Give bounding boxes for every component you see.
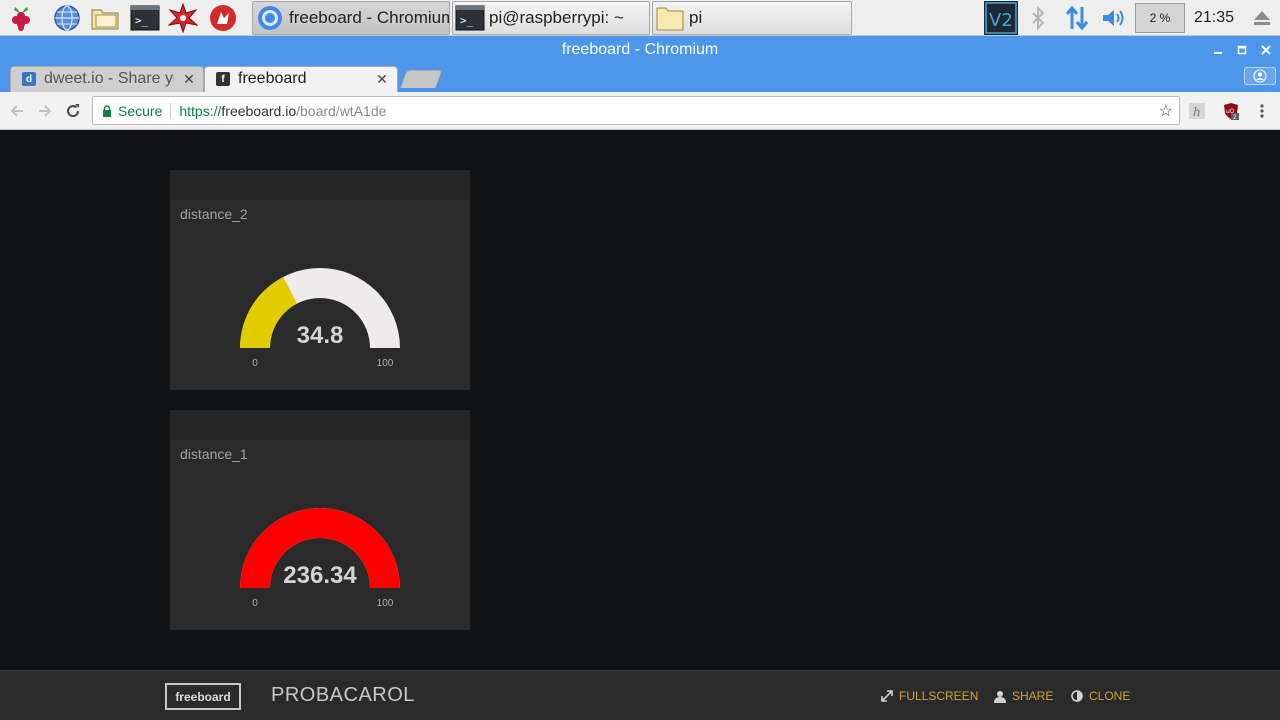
ublock-origin-icon[interactable]: uO 2 xyxy=(1220,100,1242,122)
gauge-max-label: 100 xyxy=(377,598,394,609)
url-host: freeboard.io xyxy=(221,102,297,119)
extension-hypothesis-icon[interactable]: h xyxy=(1186,100,1208,122)
address-bar[interactable]: Secure https:// freeboard.io /board/wtA1… xyxy=(92,96,1180,125)
url-scheme: https:// xyxy=(179,102,222,119)
reload-icon[interactable] xyxy=(62,100,84,122)
chrome-menu-icon[interactable] xyxy=(1251,100,1273,122)
url-path: /board/wtA1de xyxy=(296,102,387,119)
bluetooth-icon[interactable] xyxy=(1026,0,1050,36)
maximize-button[interactable] xyxy=(1231,36,1253,64)
clock[interactable]: 21:35 xyxy=(1194,0,1234,36)
tab-dweet-content: d dweet.io - Share yo xyxy=(22,66,174,92)
window-titlebar[interactable]: freeboard - Chromium xyxy=(0,36,1280,64)
expand-icon xyxy=(881,690,893,702)
gauge-widget: distance_2 34.8 0 100 xyxy=(170,170,470,390)
contrast-icon xyxy=(1071,690,1083,702)
task-chromium[interactable]: freeboard - Chromium xyxy=(252,1,450,35)
clone-button[interactable]: CLONE xyxy=(1071,688,1130,704)
freeboard-favicon: f xyxy=(216,72,230,86)
svg-text:>_: >_ xyxy=(135,14,149,27)
eject-icon[interactable] xyxy=(1248,0,1276,36)
vnc-icon[interactable]: V2 xyxy=(984,0,1018,36)
svg-text:>_: >_ xyxy=(460,14,474,27)
svg-text:2: 2 xyxy=(1233,114,1237,120)
profile-icon[interactable] xyxy=(1244,67,1276,85)
gauge-widget: distance_1 236.34 0 100 xyxy=(170,410,470,630)
math-kernel-icon[interactable] xyxy=(168,3,198,33)
new-tab-button[interactable] xyxy=(400,70,443,88)
minimize-button[interactable] xyxy=(1207,36,1229,64)
user-icon xyxy=(994,690,1006,703)
folder-icon xyxy=(655,3,685,33)
fullscreen-button[interactable]: FULLSCREEN xyxy=(881,688,978,704)
close-tab-icon[interactable]: ✕ xyxy=(181,66,197,92)
cpu-monitor[interactable]: 2 % xyxy=(1135,3,1185,33)
share-button[interactable]: SHARE xyxy=(994,688,1053,704)
secure-label: Secure xyxy=(118,102,163,119)
window-title: freeboard - Chromium xyxy=(561,41,719,58)
cpu-usage-label: 2 % xyxy=(1149,11,1171,25)
close-window-button[interactable] xyxy=(1255,36,1277,64)
freeboard-logo[interactable]: freeboard xyxy=(165,683,241,710)
task-label: pi xyxy=(689,8,703,27)
lock-icon xyxy=(102,104,112,117)
web-browser-icon[interactable] xyxy=(52,3,82,33)
gauge-max-label: 100 xyxy=(377,358,394,369)
share-label: SHARE xyxy=(1012,689,1054,703)
taskbar: >_ freeboard - Chromium >_ pi@raspberryp… xyxy=(0,0,1280,36)
chromium-icon xyxy=(255,3,285,33)
terminal-icon: >_ xyxy=(455,3,485,33)
fullscreen-label: FULLSCREEN xyxy=(899,689,979,703)
gauge: 236.34 0 100 xyxy=(240,508,400,609)
volume-icon[interactable] xyxy=(1100,0,1128,36)
gauge-fill xyxy=(240,276,298,348)
freeboard-footer: freeboard PROBACAROL FULLSCREEN SHARE CL… xyxy=(0,670,1280,720)
gauge-min-label: 0 xyxy=(252,598,258,609)
forward-icon[interactable] xyxy=(34,100,56,122)
task-terminal[interactable]: >_ pi@raspberrypi: ~ xyxy=(452,1,650,35)
task-folder[interactable]: pi xyxy=(652,1,852,35)
omnibox-divider xyxy=(170,102,172,119)
gauge-min-label: 0 xyxy=(252,358,258,369)
tab-freeboard-content: f freeboard xyxy=(216,66,366,92)
network-icon[interactable] xyxy=(1062,0,1092,36)
raspberry-menu-icon[interactable] xyxy=(6,3,36,33)
task-label: freeboard - Chromium xyxy=(289,8,450,27)
board-name: PROBACAROL xyxy=(271,684,415,706)
wolfram-icon[interactable] xyxy=(208,3,238,33)
bookmark-star-icon[interactable]: ☆ xyxy=(1159,101,1173,121)
svg-text:h: h xyxy=(1193,105,1201,119)
gauge-value: 34.8 xyxy=(297,322,344,349)
gauge-value: 236.34 xyxy=(283,562,357,589)
tab-label: dweet.io - Share yo xyxy=(44,70,174,87)
file-manager-icon[interactable] xyxy=(90,3,120,33)
task-label: pi@raspberrypi: ~ xyxy=(489,8,624,27)
freeboard-dashboard: distance_2 34.8 0 100 distance_1 236.34 … xyxy=(0,131,1280,670)
terminal-icon[interactable]: >_ xyxy=(130,3,160,33)
close-tab-icon[interactable]: ✕ xyxy=(374,66,390,92)
clone-label: CLONE xyxy=(1089,689,1131,703)
gauge: 34.8 0 100 xyxy=(240,268,400,369)
browser-toolbar: Secure https:// freeboard.io /board/wtA1… xyxy=(0,92,1280,130)
back-icon[interactable] xyxy=(6,100,28,122)
dweet-favicon: d xyxy=(22,72,36,86)
svg-text:V2: V2 xyxy=(989,10,1013,31)
tab-label: freeboard xyxy=(238,70,307,87)
